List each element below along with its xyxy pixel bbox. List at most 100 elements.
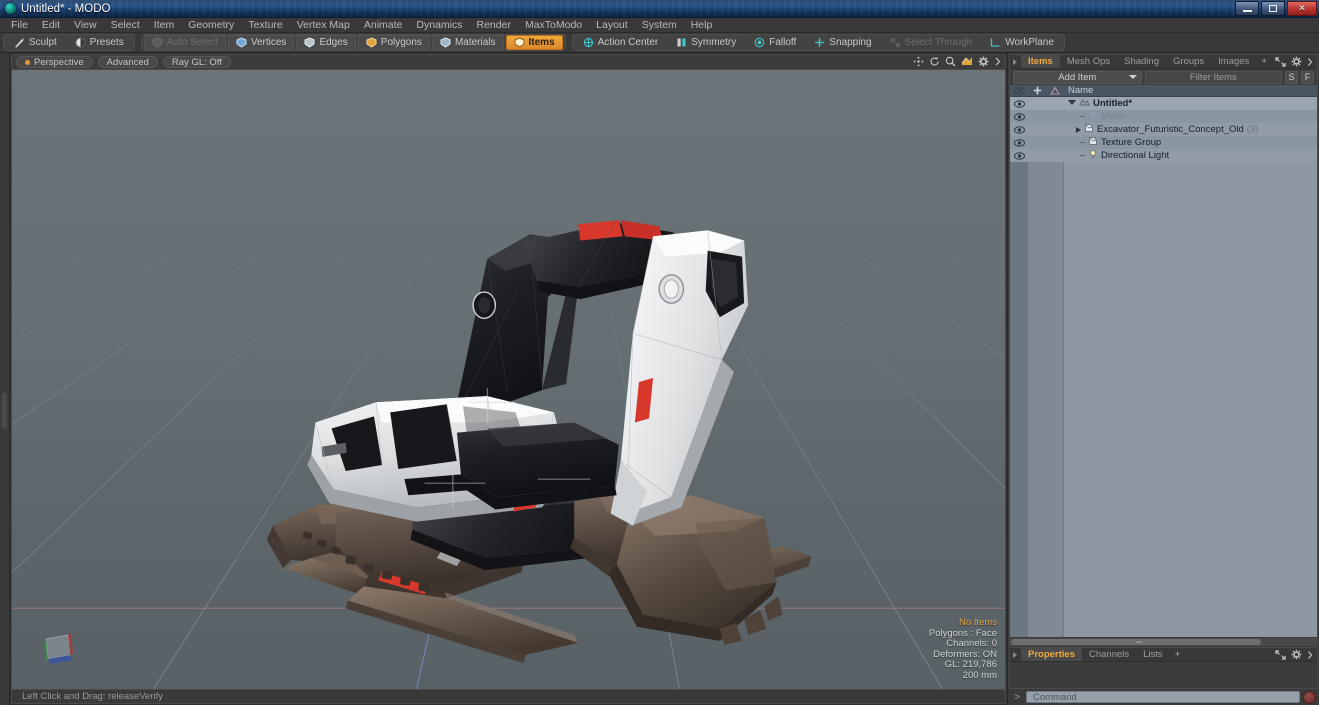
properties-panel-tools	[1275, 649, 1313, 663]
viewport-raygl-toggle[interactable]: Ray GL: Off	[162, 56, 231, 68]
list-item[interactable]: Directional Light	[1010, 149, 1317, 162]
menu-texture[interactable]: Texture	[241, 18, 289, 33]
item-name-cell[interactable]: Excavator_Futuristic_Concept_Old (3)	[1064, 123, 1317, 136]
tab-channels[interactable]: Channels	[1082, 648, 1136, 661]
item-name-cell[interactable]: Mesh	[1064, 110, 1317, 123]
polygons-button[interactable]: Polygons	[357, 35, 430, 50]
item-label: Untitled*	[1093, 98, 1133, 109]
maximize-icon[interactable]	[1261, 1, 1285, 16]
tab-mesh-ops[interactable]: Mesh Ops	[1060, 55, 1117, 68]
expand-icon[interactable]	[1275, 56, 1286, 70]
menu-vertex-map[interactable]: Vertex Map	[290, 18, 357, 33]
gear-icon[interactable]	[1291, 56, 1302, 70]
status-hint: Left Click and Drag: releaseVerify	[22, 691, 163, 702]
filter-f-button[interactable]: F	[1301, 70, 1315, 84]
axis-gizmo[interactable]	[38, 629, 78, 669]
menu-geometry[interactable]: Geometry	[181, 18, 241, 33]
scrollbar-thumb[interactable]	[1011, 639, 1261, 645]
add-item-dropdown[interactable]: Add Item	[1013, 70, 1142, 84]
menu-select[interactable]: Select	[104, 18, 147, 33]
item-list-horizontal-scrollbar[interactable]	[1010, 637, 1317, 645]
materials-button[interactable]: Materials	[431, 35, 504, 50]
command-input[interactable]: Command	[1026, 691, 1300, 703]
tab-add[interactable]: +	[1256, 55, 1272, 68]
menu-animate[interactable]: Animate	[357, 18, 410, 33]
falloff-button[interactable]: Falloff	[746, 35, 804, 50]
menu-file[interactable]: File	[4, 18, 35, 33]
menu-render[interactable]: Render	[470, 18, 518, 33]
items-label: Items	[528, 37, 555, 48]
tab-add[interactable]: +	[1170, 648, 1186, 661]
filter-items-input[interactable]: Filter Items	[1144, 70, 1283, 84]
menu-view[interactable]: View	[67, 18, 104, 33]
panel-menu-icon[interactable]	[1013, 58, 1017, 65]
viewport-3d[interactable]: No Items Polygons : Face Channels: 0 Def…	[11, 70, 1006, 690]
visibility-toggle[interactable]	[1010, 151, 1028, 160]
item-name-cell[interactable]: Directional Light	[1064, 149, 1317, 162]
snapping-button[interactable]: Snapping	[806, 35, 879, 50]
item-name-cell[interactable]: Untitled*	[1064, 98, 1317, 110]
disclosure-triangle-icon[interactable]	[1076, 126, 1081, 133]
edges-button[interactable]: Edges	[296, 35, 356, 50]
filter-s-button[interactable]: S	[1285, 70, 1299, 84]
menu-edit[interactable]: Edit	[35, 18, 67, 33]
chevron-right-icon[interactable]	[1307, 650, 1313, 663]
expand-icon[interactable]	[1275, 649, 1286, 663]
gear-icon[interactable]	[1291, 649, 1302, 663]
chevron-right-icon[interactable]	[1307, 57, 1313, 70]
panel-menu-icon[interactable]	[1013, 651, 1017, 658]
record-icon[interactable]	[1303, 690, 1316, 704]
workplane-button[interactable]: WorkPlane	[982, 35, 1062, 50]
left-tool-rail[interactable]	[0, 53, 10, 705]
tab-images[interactable]: Images	[1211, 55, 1256, 68]
menu-maxtomodo[interactable]: MaxToModo	[518, 18, 589, 33]
visibility-toggle[interactable]	[1010, 112, 1028, 121]
items-button[interactable]: Items	[505, 35, 563, 50]
tab-groups[interactable]: Groups	[1166, 55, 1211, 68]
list-item[interactable]: Untitled*	[1010, 97, 1317, 110]
visibility-toggle[interactable]	[1010, 138, 1028, 147]
menu-item[interactable]: Item	[147, 18, 181, 33]
select-through-button[interactable]: Select Through	[882, 35, 981, 50]
list-item[interactable]: Excavator_Futuristic_Concept_Old (3)	[1010, 123, 1317, 136]
vertices-button[interactable]: Vertices	[227, 35, 295, 50]
presets-button[interactable]: Presets	[67, 35, 132, 50]
auto-select-button[interactable]: Auto Select	[143, 35, 226, 50]
list-item[interactable]: Texture Group	[1010, 136, 1317, 149]
disclosure-triangle-icon[interactable]	[1068, 99, 1076, 108]
command-prompt: >	[1014, 691, 1020, 703]
item-list-header: Name	[1010, 85, 1317, 97]
gear-icon[interactable]	[978, 56, 989, 67]
menu-help[interactable]: Help	[684, 18, 720, 33]
fit-icon[interactable]	[961, 56, 973, 67]
menu-system[interactable]: System	[635, 18, 684, 33]
list-item[interactable]: Mesh	[1010, 110, 1317, 123]
workplane-label: WorkPlane	[1005, 37, 1054, 48]
select-through-icon	[890, 37, 901, 48]
tab-items[interactable]: Items	[1021, 55, 1060, 68]
minimize-icon[interactable]	[1235, 1, 1259, 16]
symmetry-button[interactable]: Symmetry	[668, 35, 744, 50]
item-name-cell[interactable]: Texture Group	[1064, 136, 1317, 149]
menu-dynamics[interactable]: Dynamics	[409, 18, 469, 33]
visibility-toggle[interactable]	[1010, 99, 1028, 108]
viewport-view-mode[interactable]: Perspective	[16, 56, 93, 68]
menu-layout[interactable]: Layout	[589, 18, 635, 33]
zoom-icon[interactable]	[945, 56, 956, 67]
viewport-shading-mode[interactable]: Advanced	[97, 56, 158, 68]
excavator-model[interactable]	[12, 70, 1005, 689]
tab-properties[interactable]: Properties	[1021, 648, 1082, 661]
right-panel: Items Mesh Ops Shading Groups Images + A…	[1007, 53, 1319, 705]
command-bar: > Command	[1009, 690, 1318, 704]
sculpt-button[interactable]: Sculpt	[6, 35, 65, 50]
close-icon[interactable]: ✕	[1287, 1, 1317, 16]
tab-shading[interactable]: Shading	[1117, 55, 1166, 68]
pan-icon[interactable]	[913, 56, 924, 67]
chevron-right-icon[interactable]	[994, 56, 1001, 67]
action-center-button[interactable]: Action Center	[575, 35, 667, 50]
visibility-toggle[interactable]	[1010, 125, 1028, 134]
item-list[interactable]: Untitled* Mesh Excavator_Futuristic_Conc…	[1010, 97, 1317, 637]
left-rail-grip[interactable]	[2, 393, 7, 429]
tab-lists[interactable]: Lists	[1136, 648, 1170, 661]
rotate-icon[interactable]	[929, 56, 940, 67]
